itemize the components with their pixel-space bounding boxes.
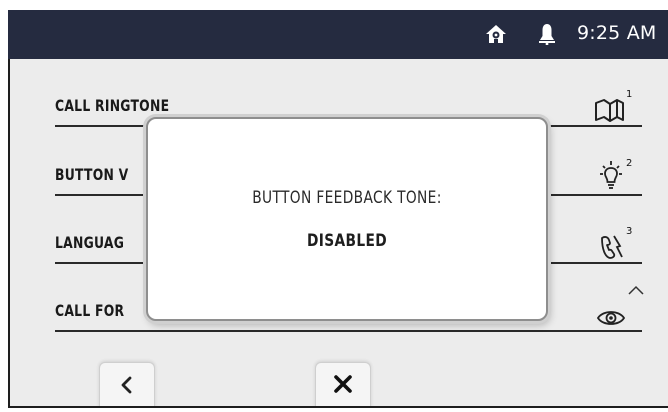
scroll-up-indicator-icon[interactable] [627, 284, 645, 296]
chevron-left-icon [121, 376, 132, 394]
settings-row-label: LANGUAG [55, 233, 125, 252]
feedback-tone-modal: BUTTON FEEDBACK TONE: DISABLED [146, 117, 548, 321]
row-index-badge: 2 [626, 158, 632, 169]
book-icon: 1 [595, 89, 632, 122]
close-icon [334, 375, 352, 393]
clock-time: 9:25 AM [577, 22, 657, 44]
screen-border-bottom [8, 406, 668, 408]
device-screen: 9:25 AM CALL RINGTONE 1 BUTTON V 2 LANGU… [8, 10, 668, 408]
row-index-badge: 1 [626, 89, 632, 100]
settings-row-label: CALL RINGTONE [55, 96, 170, 115]
screen-border-left [8, 10, 10, 408]
settings-row-label: BUTTON V [55, 165, 129, 184]
close-button[interactable] [315, 362, 371, 408]
home-icon [486, 25, 506, 43]
bell-icon [539, 24, 555, 45]
eye-icon [596, 311, 626, 325]
back-button[interactable] [99, 362, 155, 408]
light-bulb-icon: 2 [600, 158, 632, 189]
status-bar: 9:25 AM [8, 10, 668, 59]
modal-title: BUTTON FEEDBACK TONE: [252, 188, 442, 208]
modal-status: DISABLED [306, 231, 388, 251]
row-divider [55, 330, 642, 332]
phone-hand-icon: 3 [601, 226, 632, 259]
settings-row-label: CALL FOR [55, 301, 125, 320]
row-index-badge: 3 [626, 226, 632, 237]
